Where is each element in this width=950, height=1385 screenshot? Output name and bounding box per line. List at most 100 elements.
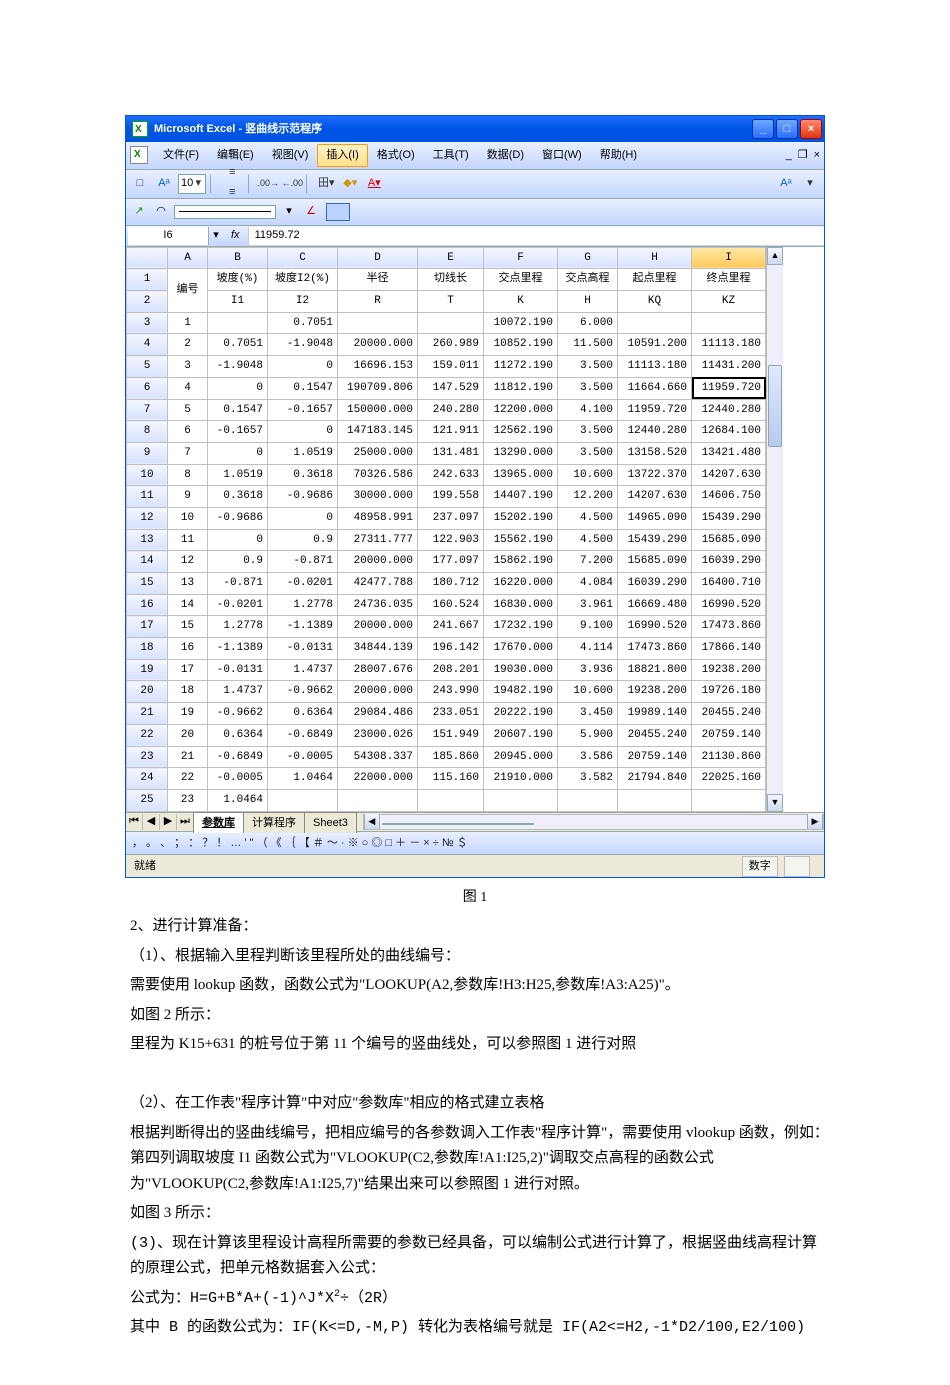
cell[interactable]: -0.6849 <box>208 746 268 768</box>
cell[interactable]: 20 <box>168 724 208 746</box>
cell[interactable]: 1.2778 <box>208 616 268 638</box>
cell[interactable]: 1.0464 <box>208 789 268 811</box>
cell[interactable]: 147.529 <box>418 377 484 399</box>
cell[interactable]: 0.1547 <box>208 399 268 421</box>
cell[interactable]: 0 <box>268 507 338 529</box>
row-header[interactable]: 21 <box>127 703 168 725</box>
col-header[interactable]: C <box>268 247 338 269</box>
cell[interactable]: 17670.000 <box>484 638 558 660</box>
row-header[interactable]: 6 <box>127 377 168 399</box>
cell[interactable]: 16 <box>168 638 208 660</box>
cell[interactable]: 终点里程 <box>692 269 766 291</box>
cell[interactable]: 坡度(%) <box>208 269 268 291</box>
tab-nav-last-icon[interactable]: ⏭ <box>177 814 194 830</box>
cell[interactable]: -0.1657 <box>208 421 268 443</box>
row-header[interactable]: 4 <box>127 334 168 356</box>
cell[interactable] <box>692 312 766 334</box>
cell[interactable]: 260.989 <box>418 334 484 356</box>
cell[interactable]: 19482.190 <box>484 681 558 703</box>
cell[interactable]: 14207.630 <box>692 464 766 486</box>
cell[interactable]: 坡度I2(%) <box>268 269 338 291</box>
row-header[interactable]: 24 <box>127 768 168 790</box>
sheet-tab[interactable]: Sheet3 <box>304 812 357 834</box>
menu-format[interactable]: 格式(O) <box>368 144 424 167</box>
cell[interactable]: 1.4737 <box>208 681 268 703</box>
cell[interactable] <box>484 789 558 811</box>
style-icon[interactable]: Aᵃ <box>154 174 174 194</box>
cell[interactable]: 1.2778 <box>268 594 338 616</box>
cell[interactable]: 21 <box>168 746 208 768</box>
cell[interactable]: 15685.090 <box>618 551 692 573</box>
cell[interactable]: 0.7051 <box>208 334 268 356</box>
cell[interactable]: 28007.676 <box>338 659 418 681</box>
col-header[interactable]: G <box>558 247 618 269</box>
chevron-down-icon[interactable]: ▾ <box>209 226 223 245</box>
row-header[interactable]: 12 <box>127 507 168 529</box>
cell[interactable]: 17473.860 <box>692 616 766 638</box>
tab-nav-prev-icon[interactable]: ◀ <box>143 814 160 830</box>
cell[interactable]: K <box>484 291 558 313</box>
cell[interactable]: 29084.486 <box>338 703 418 725</box>
cell[interactable]: 9.100 <box>558 616 618 638</box>
row-header[interactable]: 1 <box>127 269 168 291</box>
cell[interactable]: 23000.026 <box>338 724 418 746</box>
cell[interactable]: 13421.480 <box>692 442 766 464</box>
cell[interactable]: KZ <box>692 291 766 313</box>
mdi-restore[interactable]: ❐ <box>798 146 808 165</box>
formula-input[interactable]: 11959.72 <box>248 227 824 245</box>
cell[interactable]: 21910.000 <box>484 768 558 790</box>
increase-decimal-icon[interactable]: .00→ <box>258 174 278 194</box>
tab-nav-first-icon[interactable]: ⏮ <box>126 814 143 830</box>
cell[interactable]: 147183.145 <box>338 421 418 443</box>
cell[interactable]: -0.871 <box>208 573 268 595</box>
cell[interactable]: 14407.190 <box>484 486 558 508</box>
cell[interactable]: 27311.777 <box>338 529 418 551</box>
cell[interactable]: 42477.788 <box>338 573 418 595</box>
cell[interactable]: 切线长 <box>418 269 484 291</box>
horizontal-scrollbar[interactable]: ◀ ▶ <box>363 814 824 830</box>
cell[interactable]: 15685.090 <box>692 529 766 551</box>
cell[interactable]: 20222.190 <box>484 703 558 725</box>
cell[interactable]: H <box>558 291 618 313</box>
borders-icon[interactable]: 田▾ <box>316 174 336 194</box>
cell[interactable]: 18 <box>168 681 208 703</box>
cell[interactable]: -0.9686 <box>208 507 268 529</box>
cell[interactable]: 196.142 <box>418 638 484 660</box>
cell[interactable]: 20759.140 <box>692 724 766 746</box>
align-center-icon[interactable]: ≡ <box>220 164 244 184</box>
cell[interactable] <box>208 312 268 334</box>
cell[interactable]: 14207.630 <box>618 486 692 508</box>
cell[interactable]: 15439.290 <box>618 529 692 551</box>
cell[interactable]: 4.500 <box>558 507 618 529</box>
cell[interactable]: 16669.480 <box>618 594 692 616</box>
cell[interactable]: 233.051 <box>418 703 484 725</box>
cell[interactable]: -0.0005 <box>268 746 338 768</box>
cell[interactable] <box>418 789 484 811</box>
cell[interactable]: 30000.000 <box>338 486 418 508</box>
fill-color-icon[interactable]: ◆▾ <box>340 174 360 194</box>
row-header[interactable]: 2 <box>127 291 168 313</box>
row-header[interactable]: 9 <box>127 442 168 464</box>
scroll-down-icon[interactable]: ▼ <box>767 794 783 812</box>
tab-nav-next-icon[interactable]: ▶ <box>160 814 177 830</box>
cell[interactable] <box>692 789 766 811</box>
cell[interactable]: 13965.000 <box>484 464 558 486</box>
row-header[interactable]: 17 <box>127 616 168 638</box>
cell[interactable]: 14965.090 <box>618 507 692 529</box>
cell[interactable]: 17866.140 <box>692 638 766 660</box>
chevron-down-icon[interactable]: ▾ <box>193 174 203 193</box>
cell[interactable]: 12440.280 <box>692 399 766 421</box>
chevron-down-icon[interactable]: ▾ <box>800 174 820 194</box>
cell[interactable]: 16696.153 <box>338 356 418 378</box>
cell[interactable]: 0.7051 <box>268 312 338 334</box>
row-header[interactable]: 13 <box>127 529 168 551</box>
row-header[interactable]: 15 <box>127 573 168 595</box>
symbol-bar[interactable]: ， 。 、 ； ： ？ ！ … ' " （ 《 ｛ 【 ＃ ～ · ※ ○ ◎ … <box>126 831 824 855</box>
cell[interactable]: 180.712 <box>418 573 484 595</box>
cell[interactable]: 20000.000 <box>338 551 418 573</box>
cell[interactable]: 16990.520 <box>692 594 766 616</box>
cell[interactable]: 2 <box>168 334 208 356</box>
cell[interactable]: 17473.860 <box>618 638 692 660</box>
color-patch[interactable] <box>326 203 350 221</box>
cell[interactable]: 0 <box>208 377 268 399</box>
